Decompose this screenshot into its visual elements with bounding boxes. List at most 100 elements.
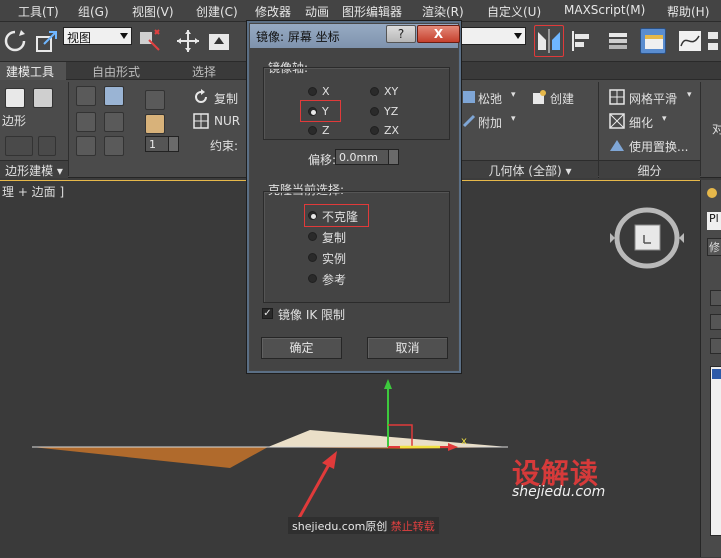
ribbon-tessellate-label[interactable]: 细化 (629, 114, 653, 131)
dialog-body: 镜像轴: X XY Y YZ Z ZX 偏移: 0.0mm 克隆当前选择: 不克… (250, 48, 458, 370)
ribbon-create-label[interactable]: 创建 (550, 90, 574, 107)
close-button[interactable]: X (417, 25, 460, 43)
dialog-title-bar[interactable]: 镜像: 屏幕 坐标 ? X (250, 24, 460, 48)
schematic-view-icon[interactable] (706, 28, 721, 54)
offset-value: 0.0mm (339, 151, 378, 164)
modifier-list-combo[interactable]: 修 (707, 238, 721, 256)
reference-coord-combo[interactable]: 视图 (63, 27, 132, 45)
ribbon-meshsmooth-label[interactable]: 网格平滑 (629, 90, 677, 107)
panel-button[interactable] (710, 290, 721, 306)
ribbon-toggle-button[interactable] (640, 28, 666, 54)
displacement-icon[interactable] (609, 138, 625, 152)
help-button[interactable]: ? (386, 25, 416, 43)
tab-freeform[interactable]: 自由形式 (86, 62, 146, 80)
highlight-box-axis-y (300, 100, 341, 122)
tab-selection[interactable]: 选择 (186, 62, 222, 80)
radio-dot-icon (308, 126, 317, 135)
ribbon-relax-label[interactable]: 松弛 (478, 90, 502, 107)
section-poly-modeling[interactable]: 边形建模 ▾ (0, 160, 68, 178)
spinner-arrows-icon[interactable] (388, 150, 398, 164)
menu-create[interactable]: 创建(C) (196, 3, 238, 20)
attach-icon[interactable] (462, 114, 476, 128)
count-spinner[interactable]: 1 (145, 136, 179, 152)
vertex-mode-icon[interactable] (5, 88, 25, 108)
layer-manager-icon[interactable] (605, 28, 631, 54)
panel-button[interactable] (710, 338, 721, 354)
transform-icon-4[interactable] (104, 112, 124, 132)
spinner-arrows-icon[interactable] (168, 137, 178, 151)
options-icon[interactable] (145, 90, 165, 110)
repeat-icon[interactable] (193, 89, 209, 105)
mirror-button[interactable] (534, 25, 564, 57)
section-subdivision[interactable]: 细分 (599, 160, 700, 178)
watermark-note-prefix: shejiedu.com原创 (292, 520, 388, 533)
axis-z-label: Z (322, 124, 330, 137)
create-panel-icon[interactable] (705, 186, 719, 200)
radio-dot-icon (308, 274, 317, 283)
tab-modeling-tools[interactable]: 建模工具 (0, 62, 66, 80)
menu-customize[interactable]: 自定义(U) (487, 3, 541, 20)
section-geometry-all[interactable]: 几何体 (全部) ▾ (462, 160, 598, 178)
align-icon[interactable] (569, 28, 595, 54)
transform-icon-5[interactable] (76, 136, 96, 156)
nurms-icon[interactable] (193, 113, 209, 129)
ribbon-poly-label: 边形 (2, 114, 27, 128)
axis-zx-label: ZX (384, 124, 400, 137)
select-and-manipulate-icon[interactable] (206, 28, 232, 54)
move-gizmo-icon[interactable] (175, 28, 201, 54)
menu-rendering[interactable]: 渲染(R) (422, 3, 464, 20)
object-name-value: Pl (709, 212, 719, 225)
rotate-icon[interactable] (2, 28, 28, 54)
chevron-down-icon[interactable]: ▾ (511, 114, 516, 124)
menu-graph-editors[interactable]: 图形编辑器 (342, 3, 402, 20)
circle-option-icon[interactable] (38, 136, 56, 156)
chevron-down-icon[interactable]: ▾ (662, 114, 667, 124)
cancel-button[interactable]: 取消 (367, 337, 448, 359)
transform-icon-6[interactable] (104, 136, 124, 156)
menu-help[interactable]: 帮助(H) (667, 3, 709, 20)
create-icon[interactable] (531, 89, 547, 105)
ribbon-constraint-label: 约束: (210, 139, 239, 153)
clone-instance-label: 实例 (322, 252, 347, 266)
ok-button[interactable]: 确定 (261, 337, 342, 359)
menu-modifiers[interactable]: 修改器 (255, 3, 291, 20)
menu-tools[interactable]: 工具(T) (18, 3, 59, 20)
chevron-down-icon[interactable]: ▾ (511, 90, 516, 100)
count-value: 1 (149, 138, 156, 151)
panel-button[interactable] (710, 314, 721, 330)
menu-animation[interactable]: 动画 (305, 3, 329, 20)
scale-icon[interactable] (34, 28, 60, 54)
object-name-field[interactable]: Pl (707, 212, 721, 230)
relax-icon[interactable] (462, 90, 476, 104)
paint-deform-icon[interactable] (145, 114, 165, 134)
menu-maxscript[interactable]: MAXScript(M) (564, 3, 645, 17)
ribbon-copy-label[interactable]: 复制 (214, 90, 238, 107)
curve-editor-icon[interactable] (677, 28, 703, 54)
ribbon-divider (700, 82, 701, 176)
transform-icon-3[interactable] (76, 112, 96, 132)
pivot-icon[interactable] (137, 28, 163, 54)
menu-group[interactable]: 组(G) (78, 3, 109, 20)
meshsmooth-icon[interactable] (609, 89, 625, 105)
mirror-ik-checkbox[interactable]: ✓ (262, 308, 273, 319)
mirror-axis-group (263, 67, 450, 140)
reference-coord-value: 视图 (67, 31, 92, 45)
element-mode-icon[interactable] (33, 88, 53, 108)
ribbon-align-label[interactable]: 对 (712, 120, 721, 137)
chevron-down-icon[interactable]: ▾ (687, 90, 692, 100)
clone-copy-label: 复制 (322, 231, 347, 245)
menu-views[interactable]: 视图(V) (132, 3, 174, 20)
modifier-stack-item[interactable] (712, 369, 721, 379)
offset-spinner[interactable]: 0.0mm (335, 149, 399, 165)
modifier-stack-list[interactable] (710, 366, 721, 536)
preserve-uv-icon[interactable] (5, 136, 33, 156)
radio-dot-icon (370, 87, 379, 96)
radio-dot-icon (308, 253, 317, 262)
tessellate-icon[interactable] (609, 113, 625, 129)
transform-icon-2[interactable] (104, 86, 124, 106)
ribbon-attach-label[interactable]: 附加 (478, 114, 502, 131)
ribbon-displacement-label[interactable]: 使用置换... (629, 138, 688, 155)
axis-yz-label: YZ (384, 105, 399, 118)
transform-icon-1[interactable] (76, 86, 96, 106)
ribbon-nurms-label[interactable]: NUR (214, 114, 240, 128)
